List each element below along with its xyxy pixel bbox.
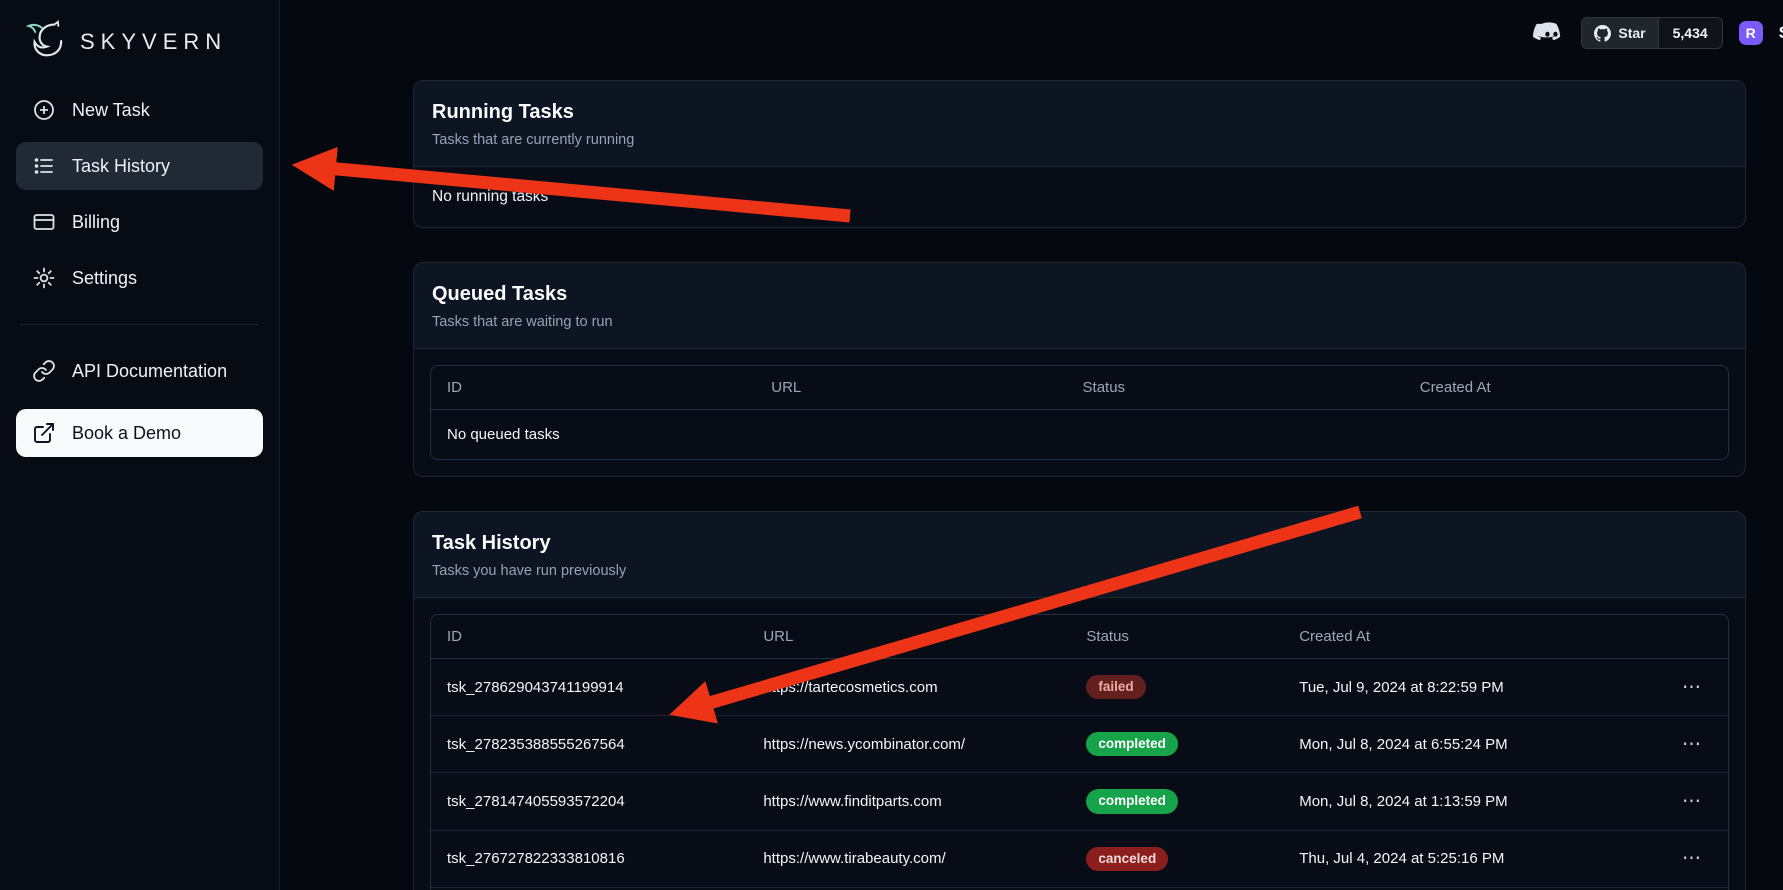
sidebar-item-label: Task History bbox=[72, 156, 170, 177]
task-id: tsk_278235388555267564 bbox=[431, 716, 747, 773]
card-subtitle: Tasks that are waiting to run bbox=[432, 314, 1727, 330]
column-header-created-at: Created At bbox=[1283, 615, 1662, 659]
sidebar-item-label: Billing bbox=[72, 212, 120, 233]
skyvern-dragon-icon bbox=[22, 20, 70, 64]
sidebar-item-label: Settings bbox=[72, 268, 137, 289]
task-created-at: Thu, Jul 4, 2024 at 5:25:16 PM bbox=[1283, 830, 1662, 887]
topbar: Star 5,434 R S bbox=[280, 0, 1783, 66]
column-header-id: ID bbox=[431, 366, 755, 410]
running-tasks-empty-message: No running tasks bbox=[414, 167, 1745, 227]
task-id: tsk_278147405593572204 bbox=[431, 773, 747, 830]
app-window: SKYVERN New Task Task History Billing bbox=[0, 0, 1783, 890]
running-tasks-card: Running Tasks Tasks that are currently r… bbox=[413, 80, 1746, 228]
queued-tasks-header: Queued Tasks Tasks that are waiting to r… bbox=[414, 263, 1745, 349]
sidebar-item-new-task[interactable]: New Task bbox=[16, 86, 263, 134]
avatar[interactable]: R bbox=[1739, 21, 1763, 45]
github-star-segment[interactable]: Star bbox=[1582, 18, 1657, 48]
sidebar-item-label: Book a Demo bbox=[72, 423, 181, 444]
sidebar-item-billing[interactable]: Billing bbox=[16, 198, 263, 246]
status-badge: completed bbox=[1086, 732, 1178, 756]
column-header-status: Status bbox=[1067, 366, 1404, 410]
task-url: https://tartecosmetics.com bbox=[747, 659, 1070, 716]
card-subtitle: Tasks that are currently running bbox=[432, 132, 1727, 148]
queued-tasks-empty-message: No queued tasks bbox=[431, 410, 1728, 460]
brand-logo: SKYVERN bbox=[0, 14, 279, 86]
table-row[interactable]: tsk_276727822333810816 https://www.tirab… bbox=[431, 830, 1728, 887]
queued-tasks-table: ID URL Status Created At No queued tasks bbox=[430, 365, 1729, 460]
card-subtitle: Tasks you have run previously bbox=[432, 563, 1727, 579]
row-actions-menu-icon[interactable]: ⋯ bbox=[1678, 790, 1706, 813]
gear-icon bbox=[32, 266, 56, 290]
status-badge: failed bbox=[1086, 675, 1145, 699]
row-actions-menu-icon[interactable]: ⋯ bbox=[1678, 733, 1706, 756]
github-star-button[interactable]: Star 5,434 bbox=[1581, 17, 1722, 49]
table-row[interactable]: tsk_278235388555267564 https://news.ycom… bbox=[431, 716, 1728, 773]
table-row[interactable]: tsk_278147405593572204 https://www.findi… bbox=[431, 773, 1728, 830]
running-tasks-header: Running Tasks Tasks that are currently r… bbox=[414, 81, 1745, 167]
card-title: Running Tasks bbox=[432, 101, 1727, 124]
task-id: tsk_278629043741199914 bbox=[431, 659, 747, 716]
row-actions-menu-icon[interactable]: ⋯ bbox=[1678, 847, 1706, 870]
user-name-partial: S bbox=[1779, 23, 1783, 43]
card-title: Task History bbox=[432, 532, 1727, 555]
task-id: tsk_276727822333810816 bbox=[431, 830, 747, 887]
content-column: Running Tasks Tasks that are currently r… bbox=[413, 80, 1746, 890]
sidebar: SKYVERN New Task Task History Billing bbox=[0, 0, 280, 890]
external-link-icon bbox=[32, 421, 56, 445]
status-badge: completed bbox=[1086, 789, 1178, 813]
sidebar-nav: New Task Task History Billing Settings bbox=[0, 86, 279, 457]
row-actions-menu-icon[interactable]: ⋯ bbox=[1678, 676, 1706, 699]
credit-card-icon bbox=[32, 210, 56, 234]
column-header-url: URL bbox=[755, 366, 1066, 410]
sidebar-item-label: New Task bbox=[72, 100, 150, 121]
table-row[interactable]: tsk_278629043741199914 https://tartecosm… bbox=[431, 659, 1728, 716]
status-badge: canceled bbox=[1086, 847, 1168, 871]
plus-circle-icon bbox=[32, 98, 56, 122]
github-star-count[interactable]: 5,434 bbox=[1658, 18, 1722, 48]
queued-tasks-card: Queued Tasks Tasks that are waiting to r… bbox=[413, 262, 1746, 477]
column-header-created-at: Created At bbox=[1404, 366, 1728, 410]
column-header-actions bbox=[1662, 615, 1728, 659]
sidebar-divider bbox=[20, 324, 259, 325]
sidebar-item-api-documentation[interactable]: API Documentation bbox=[16, 347, 263, 395]
task-history-table: ID URL Status Created At tsk_27862904374… bbox=[430, 614, 1729, 890]
task-created-at: Mon, Jul 8, 2024 at 1:13:59 PM bbox=[1283, 773, 1662, 830]
table-header-row: ID URL Status Created At bbox=[431, 615, 1728, 659]
empty-row: No queued tasks bbox=[431, 410, 1728, 460]
column-header-status: Status bbox=[1070, 615, 1283, 659]
task-history-card: Task History Tasks you have run previous… bbox=[413, 511, 1746, 890]
sidebar-item-label: API Documentation bbox=[72, 361, 227, 382]
list-icon bbox=[32, 154, 56, 178]
discord-icon[interactable] bbox=[1533, 20, 1565, 46]
github-icon bbox=[1594, 25, 1611, 42]
card-title: Queued Tasks bbox=[432, 283, 1727, 306]
sidebar-item-settings[interactable]: Settings bbox=[16, 254, 263, 302]
main-area: Star 5,434 R S Running Tasks Tasks that … bbox=[280, 0, 1783, 890]
task-created-at: Mon, Jul 8, 2024 at 6:55:24 PM bbox=[1283, 716, 1662, 773]
brand-name: SKYVERN bbox=[80, 29, 227, 55]
table-header-row: ID URL Status Created At bbox=[431, 366, 1728, 410]
github-star-label: Star bbox=[1618, 25, 1645, 41]
column-header-id: ID bbox=[431, 615, 747, 659]
task-url: https://news.ycombinator.com/ bbox=[747, 716, 1070, 773]
task-created-at: Tue, Jul 9, 2024 at 8:22:59 PM bbox=[1283, 659, 1662, 716]
task-url: https://www.finditparts.com bbox=[747, 773, 1070, 830]
task-url: https://www.tirabeauty.com/ bbox=[747, 830, 1070, 887]
column-header-url: URL bbox=[747, 615, 1070, 659]
sidebar-item-task-history[interactable]: Task History bbox=[16, 142, 263, 190]
sidebar-item-book-a-demo[interactable]: Book a Demo bbox=[16, 409, 263, 457]
link-icon bbox=[32, 359, 56, 383]
task-history-header: Task History Tasks you have run previous… bbox=[414, 512, 1745, 598]
